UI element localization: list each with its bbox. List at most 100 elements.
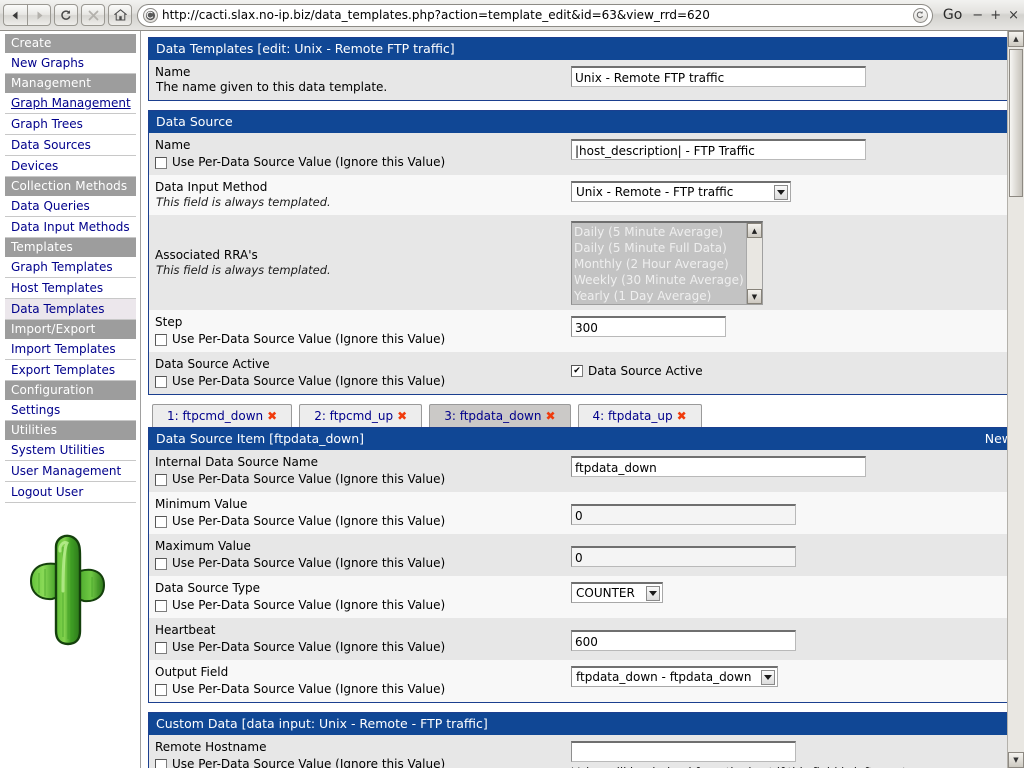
sidebar-item-graph-trees[interactable]: Graph Trees bbox=[5, 114, 136, 135]
chevron-down-icon[interactable] bbox=[646, 585, 660, 601]
sidebar-item-settings[interactable]: Settings bbox=[5, 400, 136, 421]
tab-ftpcmd-up[interactable]: 2: ftpcmd_up ✖ bbox=[299, 404, 423, 427]
stop-icon[interactable] bbox=[81, 4, 105, 26]
window-close-button[interactable]: × bbox=[1006, 8, 1021, 23]
back-icon[interactable] bbox=[3, 4, 27, 26]
page-scrollbar[interactable]: ▲ ▼ bbox=[1007, 31, 1024, 768]
home-icon[interactable] bbox=[108, 4, 132, 26]
dsi-max-input[interactable]: 0 bbox=[571, 546, 796, 567]
dsi-internal-name-input[interactable]: ftpdata_down bbox=[571, 456, 866, 477]
scrollbar-thumb[interactable] bbox=[1009, 49, 1023, 197]
sidebar-item-data-templates[interactable]: Data Templates bbox=[5, 299, 136, 320]
ds-rra-option[interactable]: Daily (5 Minute Average) bbox=[574, 224, 746, 240]
tab-ftpcmd-down[interactable]: 1: ftpcmd_down ✖ bbox=[152, 404, 293, 427]
ds-name-per-ds-group[interactable]: Use Per-Data Source Value (Ignore this V… bbox=[155, 155, 571, 170]
sidebar-item-graph-management[interactable]: Graph Management bbox=[5, 93, 136, 114]
dsi-type-per-ds-checkbox[interactable] bbox=[155, 599, 167, 612]
forward-icon[interactable] bbox=[27, 4, 51, 26]
ds-rra-option[interactable]: Yearly (1 Day Average) bbox=[574, 288, 746, 304]
tab-ftpdata-up[interactable]: 4: ftpdata_up ✖ bbox=[577, 404, 702, 427]
sidebar-item-graph-templates[interactable]: Graph Templates bbox=[5, 257, 136, 278]
ds-rra-listbox[interactable]: Daily (5 Minute Average) Daily (5 Minute… bbox=[571, 221, 763, 305]
data-template-panel-header: Data Templates [edit: Unix - Remote FTP … bbox=[149, 38, 1019, 60]
dsi-output-per-ds-group[interactable]: Use Per-Data Source Value (Ignore this V… bbox=[155, 682, 571, 697]
ds-rra-option[interactable]: Weekly (30 Minute Average) bbox=[574, 272, 746, 288]
sidebar-item-data-input-methods[interactable]: Data Input Methods bbox=[5, 217, 136, 238]
address-bar[interactable]: http://cacti.slax.no-ip.biz/data_templat… bbox=[137, 3, 933, 27]
dsi-max-field-wrap: 0 bbox=[571, 539, 1019, 567]
dsi-heartbeat-per-ds-checkbox[interactable] bbox=[155, 641, 167, 654]
dsi-min-input[interactable]: 0 bbox=[571, 504, 796, 525]
ds-input-method-label: Data Input Method bbox=[155, 180, 268, 194]
dsi-internal-name-per-ds-checkbox[interactable] bbox=[155, 473, 167, 486]
dsi-output-per-ds-checkbox[interactable] bbox=[155, 683, 167, 696]
sidebar-item-data-queries[interactable]: Data Queries bbox=[5, 196, 136, 217]
custom-hostname-per-ds-checkbox[interactable] bbox=[155, 758, 167, 768]
scroll-up-icon[interactable]: ▲ bbox=[747, 223, 762, 238]
ds-rra-scrollbar[interactable]: ▲ ▼ bbox=[746, 223, 762, 304]
scroll-track[interactable] bbox=[747, 238, 762, 289]
dsi-heartbeat-input[interactable]: 600 bbox=[571, 630, 796, 651]
ds-name-per-ds-checkbox[interactable] bbox=[155, 156, 167, 169]
sidebar-item-user-management[interactable]: User Management bbox=[5, 461, 136, 482]
tab-label: 3: ftpdata_down bbox=[444, 409, 542, 423]
dsi-type-selected-value: COUNTER bbox=[576, 586, 635, 600]
ds-active-checkbox[interactable] bbox=[571, 365, 583, 377]
dsi-internal-name-per-ds-group[interactable]: Use Per-Data Source Value (Ignore this V… bbox=[155, 472, 571, 487]
dsi-min-per-ds-group[interactable]: Use Per-Data Source Value (Ignore this V… bbox=[155, 514, 571, 529]
ds-rra-option[interactable]: Monthly (2 Hour Average) bbox=[574, 256, 746, 272]
dsi-internal-name-field-wrap: ftpdata_down bbox=[571, 455, 1019, 477]
ds-name-input[interactable]: |host_description| - FTP Traffic bbox=[571, 139, 866, 160]
ds-active-per-ds-group[interactable]: Use Per-Data Source Value (Ignore this V… bbox=[155, 374, 571, 389]
dsi-output-row: Output Field Use Per-Data Source Value (… bbox=[149, 660, 1019, 702]
tab-ftpdata-down[interactable]: 3: ftpdata_down ✖ bbox=[429, 404, 571, 427]
nav-back-forward-group bbox=[3, 4, 51, 26]
dsi-max-per-ds-group[interactable]: Use Per-Data Source Value (Ignore this V… bbox=[155, 556, 571, 571]
cacti-cactus-logo bbox=[30, 534, 105, 646]
reload-icon[interactable] bbox=[54, 4, 78, 26]
ds-input-method-select[interactable]: Unix - Remote - FTP traffic bbox=[571, 181, 791, 202]
tab-close-icon[interactable]: ✖ bbox=[267, 409, 277, 423]
sidebar-item-export-templates[interactable]: Export Templates bbox=[5, 360, 136, 381]
dsi-heartbeat-per-ds-label: Use Per-Data Source Value (Ignore this V… bbox=[172, 640, 446, 654]
go-button[interactable]: Go bbox=[938, 7, 967, 23]
tab-close-icon[interactable]: ✖ bbox=[677, 409, 687, 423]
ds-active-checkbox-group[interactable]: Data Source Active bbox=[571, 364, 1019, 378]
panel-title: Data Templates [edit: Unix - Remote FTP … bbox=[156, 41, 455, 56]
scroll-down-icon[interactable]: ▼ bbox=[1008, 752, 1024, 768]
scroll-down-icon[interactable]: ▼ bbox=[747, 289, 762, 304]
scroll-up-icon[interactable]: ▲ bbox=[1008, 31, 1024, 47]
sidebar-item-system-utilities[interactable]: System Utilities bbox=[5, 440, 136, 461]
sidebar-item-devices[interactable]: Devices bbox=[5, 156, 136, 177]
sidebar-item-logout-user[interactable]: Logout User bbox=[5, 482, 136, 503]
sidebar-item-new-graphs[interactable]: New Graphs bbox=[5, 53, 136, 74]
sidebar-item-host-templates[interactable]: Host Templates bbox=[5, 278, 136, 299]
tab-label: 2: ftpcmd_up bbox=[314, 409, 394, 423]
chevron-down-icon[interactable] bbox=[774, 184, 788, 200]
dsi-min-per-ds-checkbox[interactable] bbox=[155, 515, 167, 528]
dsi-type-per-ds-group[interactable]: Use Per-Data Source Value (Ignore this V… bbox=[155, 598, 571, 613]
tab-close-icon[interactable]: ✖ bbox=[545, 409, 555, 423]
chevron-down-icon[interactable] bbox=[761, 669, 775, 685]
sidebar-item-import-templates[interactable]: Import Templates bbox=[5, 339, 136, 360]
dsi-output-select[interactable]: ftpdata_down - ftpdata_down bbox=[571, 666, 778, 687]
window-minimize-button[interactable]: − bbox=[970, 8, 985, 23]
url-text[interactable]: http://cacti.slax.no-ip.biz/data_templat… bbox=[158, 8, 913, 22]
ds-step-input[interactable]: 300 bbox=[571, 316, 726, 337]
sidebar-item-data-sources[interactable]: Data Sources bbox=[5, 135, 136, 156]
dsi-heartbeat-per-ds-group[interactable]: Use Per-Data Source Value (Ignore this V… bbox=[155, 640, 571, 655]
ds-active-per-ds-checkbox[interactable] bbox=[155, 375, 167, 388]
custom-hostname-input[interactable] bbox=[571, 741, 796, 762]
template-name-input[interactable]: Unix - Remote FTP traffic bbox=[571, 66, 866, 87]
dsi-max-per-ds-checkbox[interactable] bbox=[155, 557, 167, 570]
ds-step-per-ds-checkbox[interactable] bbox=[155, 333, 167, 346]
ds-step-per-ds-group[interactable]: Use Per-Data Source Value (Ignore this V… bbox=[155, 332, 571, 347]
ds-rra-option[interactable]: Daily (5 Minute Full Data) bbox=[574, 240, 746, 256]
window-maximize-button[interactable]: + bbox=[988, 8, 1003, 23]
custom-hostname-label-group: Remote Hostname Use Per-Data Source Valu… bbox=[155, 740, 571, 768]
tab-close-icon[interactable]: ✖ bbox=[397, 409, 407, 423]
reload-inline-icon[interactable] bbox=[912, 7, 928, 23]
dsi-max-label: Maximum Value bbox=[155, 539, 251, 553]
custom-hostname-per-ds-group[interactable]: Use Per-Data Source Value (Ignore this V… bbox=[155, 757, 571, 768]
dsi-type-select[interactable]: COUNTER bbox=[571, 582, 663, 603]
